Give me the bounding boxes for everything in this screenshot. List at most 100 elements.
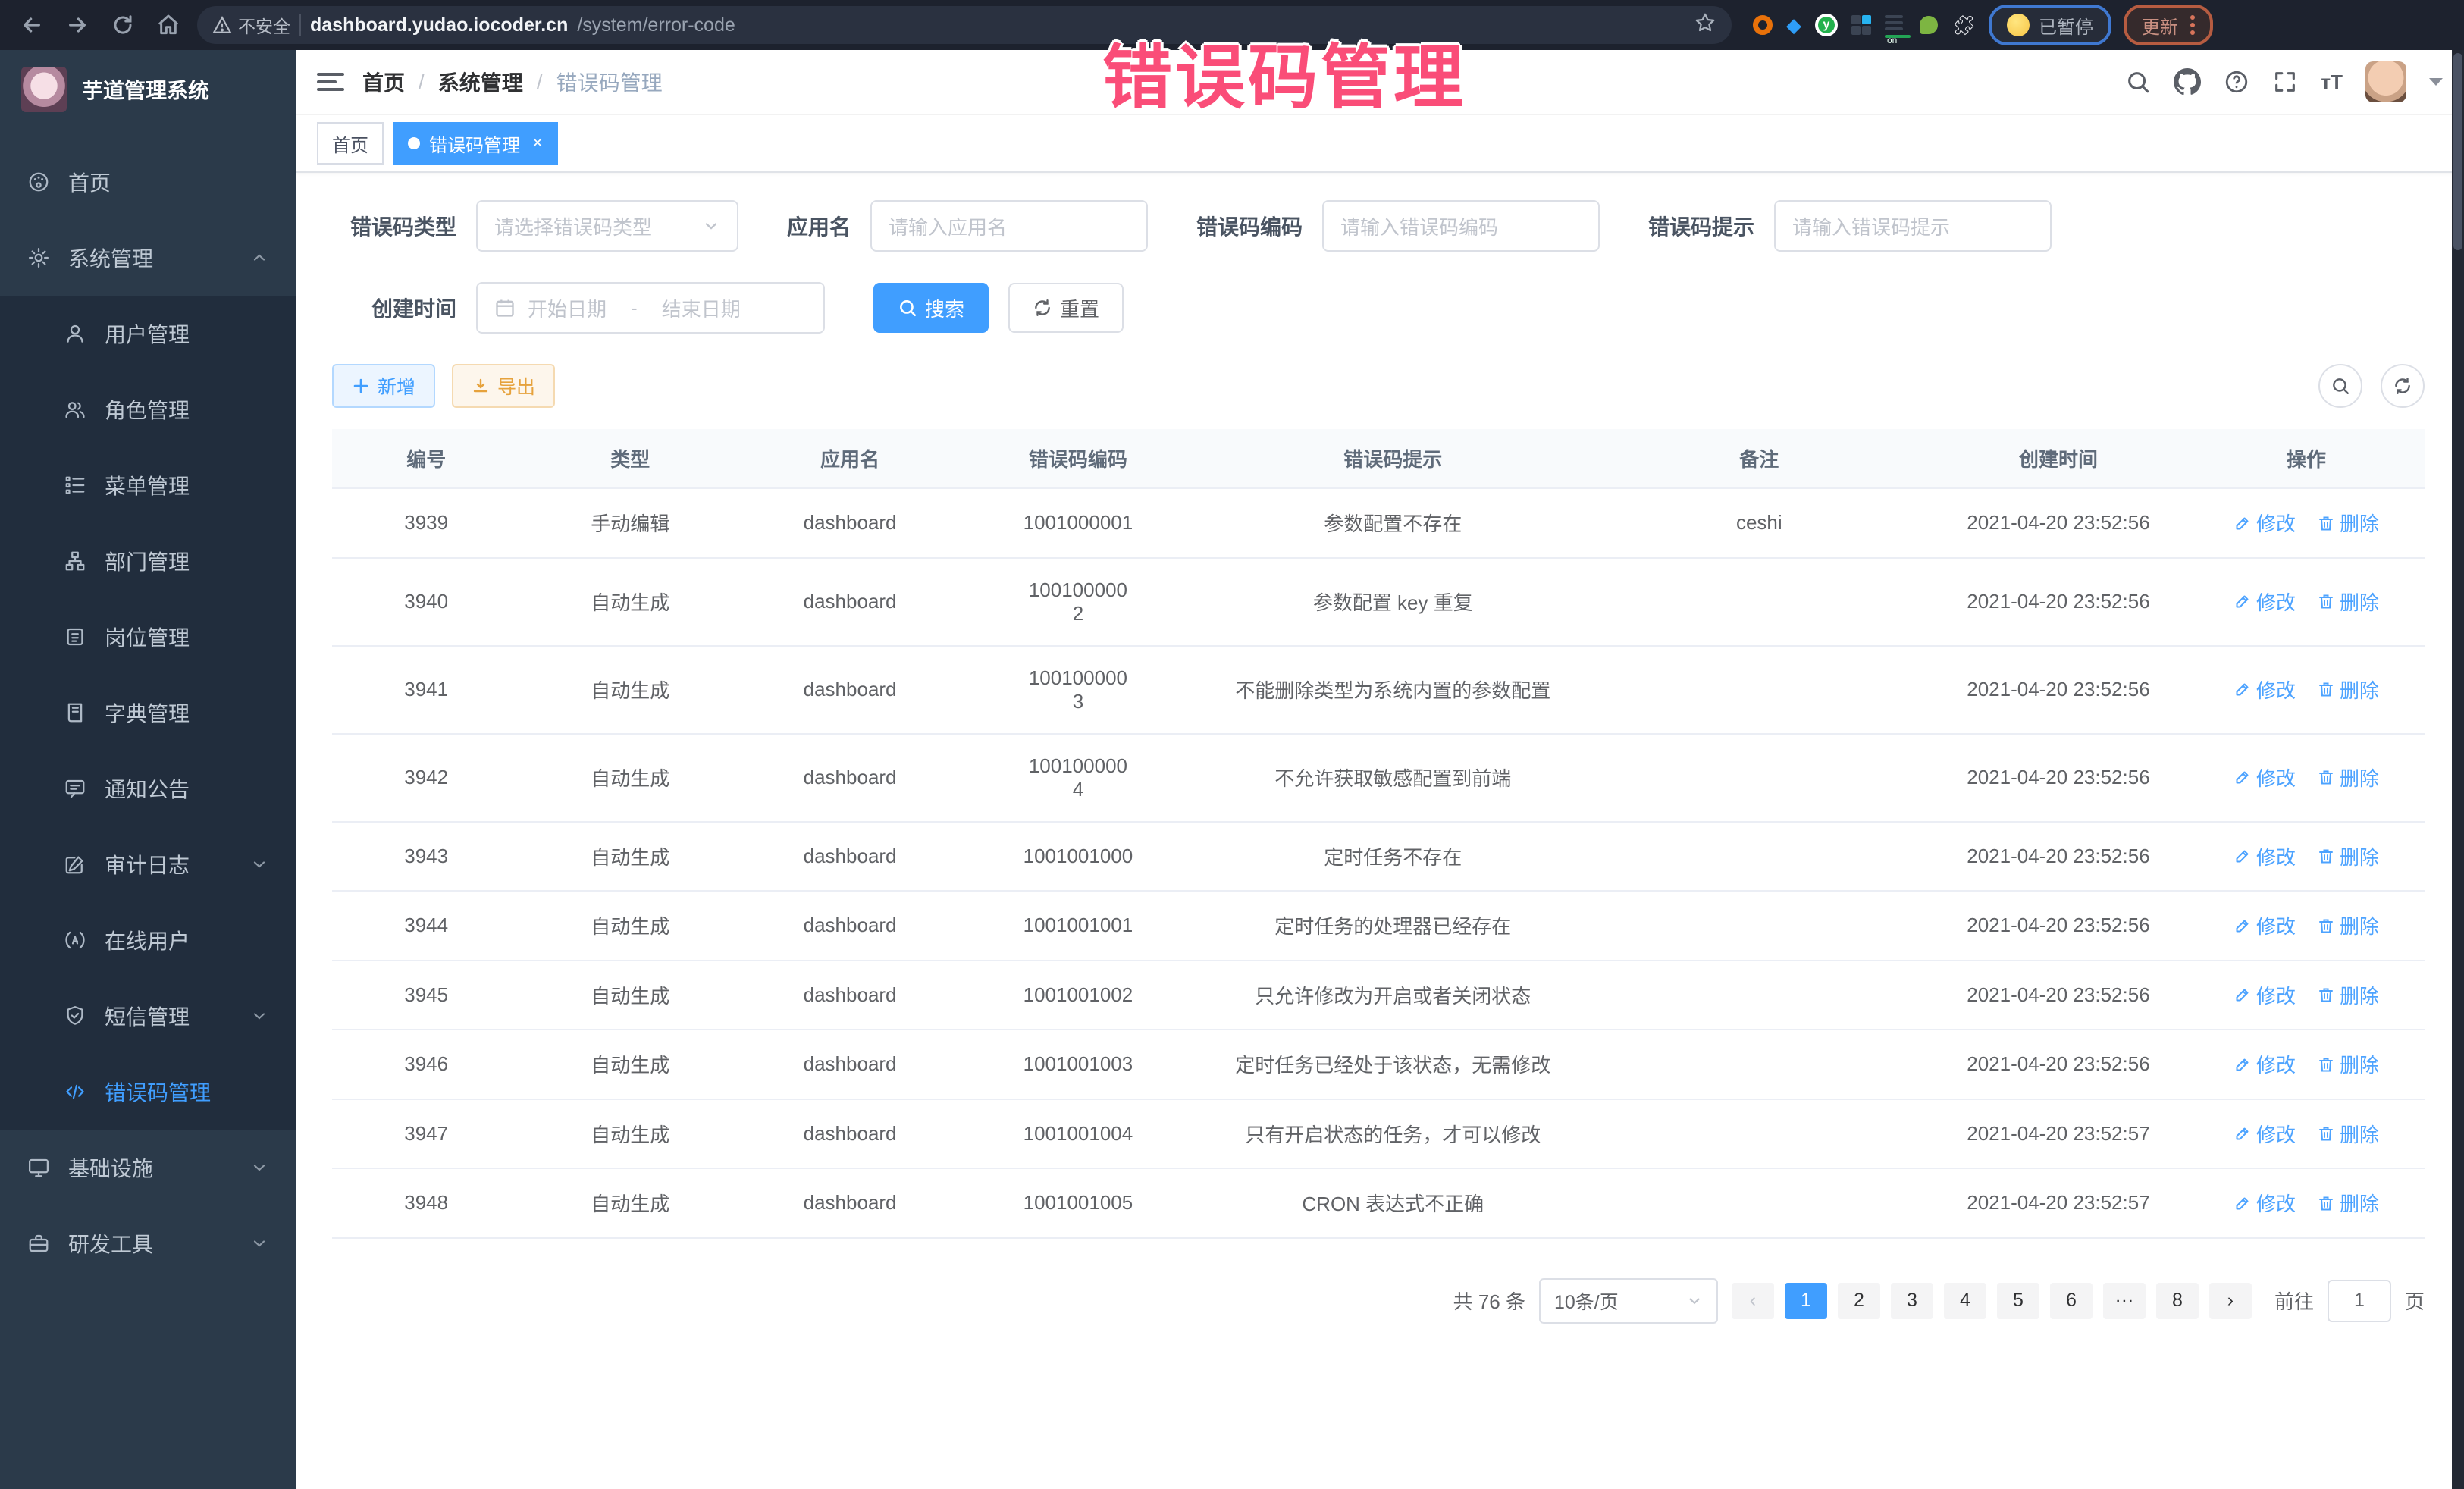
edit-link[interactable]: 修改 xyxy=(2234,763,2296,792)
page-button-8[interactable]: 8 xyxy=(2156,1283,2199,1319)
sidebar-item-notice-announcement[interactable]: 通知公告 xyxy=(0,751,296,826)
page-button-1[interactable]: 1 xyxy=(1785,1283,1827,1319)
reset-button[interactable]: 重置 xyxy=(1008,283,1124,333)
delete-link[interactable]: 删除 xyxy=(2317,842,2379,870)
sidebar-item-dict-management[interactable]: 字典管理 xyxy=(0,675,296,751)
sidebar-item-post-management[interactable]: 岗位管理 xyxy=(0,599,296,675)
edit-link[interactable]: 修改 xyxy=(2234,842,2296,870)
tab-首页[interactable]: 首页 xyxy=(317,122,384,165)
sidebar-item-infrastructure[interactable]: 基础设施 xyxy=(0,1130,296,1205)
app-name-input[interactable]: 请输入应用名 xyxy=(870,200,1148,252)
github-icon[interactable] xyxy=(2174,68,2201,96)
extension-leaf-icon[interactable] xyxy=(1920,16,1938,34)
url-bar[interactable]: 不安全 dashboard.yudao.iocoder.cn/system/er… xyxy=(197,6,1732,44)
delete-link[interactable]: 删除 xyxy=(2317,981,2379,1009)
edit-link[interactable]: 修改 xyxy=(2234,509,2296,537)
sidebar-item-system-management[interactable]: 系统管理 xyxy=(0,220,296,296)
edit-link[interactable]: 修改 xyxy=(2234,588,2296,616)
extension-list-on-icon[interactable]: on xyxy=(1885,15,1906,35)
add-button[interactable]: 新增 xyxy=(332,364,435,408)
window-scrollbar[interactable] xyxy=(2452,50,2464,1489)
page-button-3[interactable]: 3 xyxy=(1891,1283,1933,1319)
error-type-select[interactable]: 请选择错误码类型 xyxy=(476,200,738,252)
extension-donut-icon[interactable] xyxy=(1753,15,1773,35)
sidebar-item-home[interactable]: 首页 xyxy=(0,144,296,220)
extension-y-icon[interactable]: y xyxy=(1815,14,1838,36)
font-size-icon[interactable]: ᴛT xyxy=(2321,71,2343,94)
prev-page-button[interactable]: ‹ xyxy=(1732,1283,1774,1319)
home-icon[interactable] xyxy=(152,8,185,42)
sidebar-item-sms-management[interactable]: 短信管理 xyxy=(0,978,296,1054)
chevron-down-icon[interactable] xyxy=(2429,78,2443,86)
extension-gem-icon[interactable]: ◆ xyxy=(1786,15,1801,35)
sidebar-item-dept-management[interactable]: 部门管理 xyxy=(0,523,296,599)
delete-link[interactable]: 删除 xyxy=(2317,1050,2379,1078)
show-search-button[interactable] xyxy=(2318,364,2362,408)
table-cell: dashboard xyxy=(740,558,960,646)
forward-icon[interactable] xyxy=(61,8,94,42)
error-code-input[interactable]: 请输入错误码编码 xyxy=(1322,200,1600,252)
scrollbar-thumb[interactable] xyxy=(2453,53,2462,250)
sidebar-item-menu-management[interactable]: 菜单管理 xyxy=(0,447,296,523)
tab-错误码管理[interactable]: 错误码管理× xyxy=(393,122,558,165)
app-logo[interactable]: 芋道管理系统 xyxy=(0,50,296,129)
edit-link[interactable]: 修改 xyxy=(2234,981,2296,1009)
delete-link[interactable]: 删除 xyxy=(2317,911,2379,939)
delete-link[interactable]: 删除 xyxy=(2317,1189,2379,1217)
export-button[interactable]: 导出 xyxy=(452,364,555,408)
reload-icon[interactable] xyxy=(106,8,140,42)
edit-link[interactable]: 修改 xyxy=(2234,1120,2296,1148)
page-button-6[interactable]: 6 xyxy=(2050,1283,2093,1319)
page-button-2[interactable]: 2 xyxy=(1838,1283,1880,1319)
edit-link[interactable]: 修改 xyxy=(2234,911,2296,939)
table-cell xyxy=(1590,1099,1929,1169)
collapse-sidebar-icon[interactable] xyxy=(317,73,344,91)
sidebar-item-error-code-management[interactable]: 错误码管理 xyxy=(0,1054,296,1130)
bookmark-star-icon[interactable] xyxy=(1694,11,1716,39)
sidebar-item-online-user[interactable]: 在线用户 xyxy=(0,902,296,978)
browser-update-button[interactable]: 更新 xyxy=(2124,5,2213,45)
filter-row-2: 创建时间 开始日期 - 结束日期 搜索 重置 xyxy=(332,282,2425,334)
more-pages-button[interactable]: ··· xyxy=(2103,1283,2146,1319)
delete-link[interactable]: 删除 xyxy=(2317,509,2379,537)
page-size-select[interactable]: 10条/页 xyxy=(1539,1278,1718,1324)
extension-grid-icon[interactable] xyxy=(1851,15,1871,35)
delete-link[interactable]: 删除 xyxy=(2317,588,2379,616)
edit-link[interactable]: 修改 xyxy=(2234,1189,2296,1217)
close-icon[interactable]: × xyxy=(532,133,543,154)
table-cell-actions: 修改删除 xyxy=(2188,488,2425,558)
download-icon xyxy=(472,377,490,395)
breadcrumb-item[interactable]: 首页 xyxy=(362,67,405,97)
sidebar-item-user-management[interactable]: 用户管理 xyxy=(0,296,296,371)
browser-menu-icon[interactable] xyxy=(2190,15,2195,35)
next-page-button[interactable]: › xyxy=(2209,1283,2252,1319)
table-cell: 3942 xyxy=(332,734,520,822)
refresh-table-button[interactable] xyxy=(2381,364,2425,408)
sidebar-item-role-management[interactable]: 角色管理 xyxy=(0,371,296,447)
edit-link[interactable]: 修改 xyxy=(2234,676,2296,704)
error-hint-input[interactable]: 请输入错误码提示 xyxy=(1774,200,2052,252)
extension-puzzle-icon[interactable]: 🧩︎ xyxy=(1951,15,1977,35)
table-cell: 3943 xyxy=(332,822,520,892)
goto-page-input[interactable]: 1 xyxy=(2328,1280,2391,1322)
search-button[interactable]: 搜索 xyxy=(873,283,989,333)
delete-link[interactable]: 删除 xyxy=(2317,1120,2379,1148)
edit-link[interactable]: 修改 xyxy=(2234,1050,2296,1078)
delete-link[interactable]: 删除 xyxy=(2317,763,2379,792)
search-icon[interactable] xyxy=(2125,69,2151,95)
table-cell: 自动生成 xyxy=(520,961,740,1030)
help-icon[interactable] xyxy=(2224,69,2249,95)
date-range-picker[interactable]: 开始日期 - 结束日期 xyxy=(476,282,825,334)
fullscreen-icon[interactable] xyxy=(2272,69,2298,95)
sidebar-item-label: 用户管理 xyxy=(105,318,190,349)
back-icon[interactable] xyxy=(15,8,49,42)
breadcrumb-item[interactable]: 系统管理 xyxy=(438,67,523,97)
plus-icon xyxy=(352,377,370,395)
sidebar-item-audit-log[interactable]: 审计日志 xyxy=(0,826,296,902)
delete-link[interactable]: 删除 xyxy=(2317,676,2379,704)
profile-paused-pill[interactable]: 已暂停 xyxy=(1989,5,2111,45)
page-button-4[interactable]: 4 xyxy=(1944,1283,1986,1319)
sidebar-item-dev-tools[interactable]: 研发工具 xyxy=(0,1205,296,1281)
user-avatar[interactable] xyxy=(2365,61,2406,102)
page-button-5[interactable]: 5 xyxy=(1997,1283,2039,1319)
